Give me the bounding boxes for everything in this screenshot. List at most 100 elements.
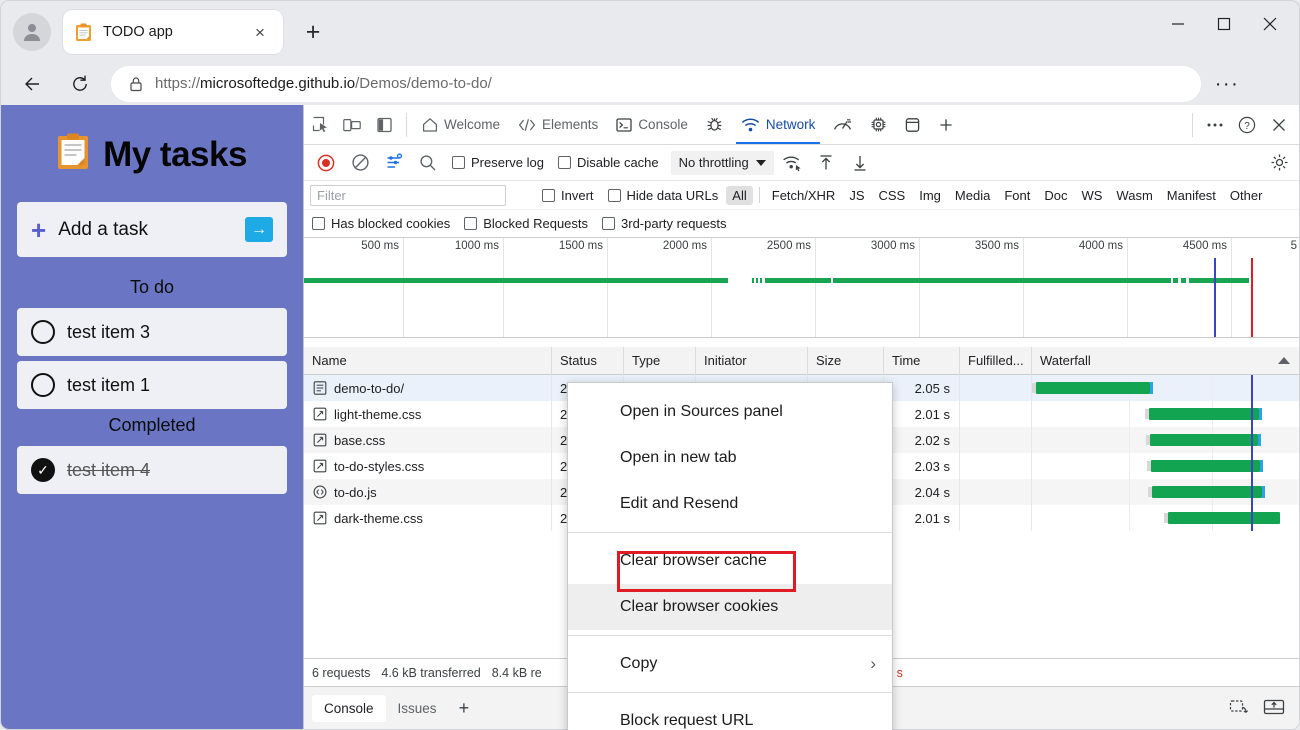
filter-icon[interactable] <box>378 148 410 178</box>
add-task-submit-button[interactable]: → <box>245 217 273 242</box>
tab-network[interactable]: Network <box>732 105 825 144</box>
menu-item-block-request-url[interactable]: Block request URL <box>568 698 892 730</box>
tab-welcome[interactable]: Welcome <box>413 105 509 144</box>
drawer-add-tab-button[interactable]: + <box>449 696 480 721</box>
tab-application[interactable] <box>896 105 929 144</box>
filter-type-media[interactable]: Media <box>949 186 996 205</box>
export-har-icon[interactable] <box>844 148 876 178</box>
filter-type-other[interactable]: Other <box>1224 186 1269 205</box>
todo-app-header: My tasks <box>17 133 287 176</box>
menu-item-edit-and-resend[interactable]: Edit and Resend <box>568 481 892 527</box>
minimize-icon[interactable] <box>1155 7 1201 41</box>
menu-item-clear-browser-cache[interactable]: Clear browser cache <box>568 538 892 584</box>
browser-settings-button[interactable]: ··· <box>1207 67 1247 101</box>
sort-ascending-icon[interactable] <box>1278 357 1290 364</box>
column-header-status[interactable]: Status <box>552 347 624 375</box>
filter-input[interactable]: Filter <box>310 185 506 206</box>
add-panel-button[interactable] <box>929 105 963 144</box>
import-har-icon[interactable] <box>810 148 842 178</box>
menu-item-copy[interactable]: Copy › <box>568 641 892 687</box>
column-header-type[interactable]: Type <box>624 347 696 375</box>
maximize-icon[interactable] <box>1201 7 1247 41</box>
filter-type-img[interactable]: Img <box>913 186 947 205</box>
cell-name[interactable]: to-do.js <box>304 479 552 505</box>
network-conditions-icon[interactable] <box>776 148 808 178</box>
reload-icon[interactable] <box>63 67 97 101</box>
checkbox-checked-icon[interactable]: ✓ <box>31 458 55 482</box>
throttling-dropdown[interactable]: No throttling <box>671 151 774 175</box>
filter-type-all[interactable]: All <box>726 186 752 205</box>
record-stop-icon[interactable] <box>310 148 342 178</box>
chevron-down-icon <box>756 160 766 166</box>
tab-elements[interactable]: Elements <box>509 105 607 144</box>
profile-avatar[interactable] <box>13 13 51 51</box>
filter-type-ws[interactable]: WS <box>1075 186 1108 205</box>
hide-data-urls-checkbox[interactable]: Hide data URLs <box>602 188 725 203</box>
checkbox-unchecked-icon[interactable] <box>31 320 55 344</box>
filter-type-css[interactable]: CSS <box>873 186 912 205</box>
code-brackets-icon <box>518 118 536 132</box>
close-icon[interactable] <box>1247 7 1293 41</box>
new-tab-button[interactable]: + <box>297 16 329 48</box>
column-header-fulfilled[interactable]: Fulfilled... <box>960 347 1032 375</box>
disable-cache-checkbox[interactable]: Disable cache <box>552 155 665 170</box>
dock-bottom-icon[interactable] <box>1263 698 1285 719</box>
drawer-tab-console[interactable]: Console <box>312 695 386 722</box>
list-item[interactable]: ✓ test item 4 <box>17 446 287 494</box>
filter-type-wasm[interactable]: Wasm <box>1110 186 1158 205</box>
dock-side-icon[interactable] <box>368 110 400 140</box>
cell-name[interactable]: to-do-styles.css <box>304 453 552 479</box>
column-header-time[interactable]: Time <box>884 347 960 375</box>
column-header-waterfall[interactable]: Waterfall <box>1032 347 1300 375</box>
filter-type-fetch-xhr[interactable]: Fetch/XHR <box>766 186 842 205</box>
cell-name[interactable]: base.css <box>304 427 552 453</box>
cell-name[interactable]: demo-to-do/ <box>304 375 552 401</box>
overview-tick-label: 500 ms <box>361 240 399 252</box>
gear-icon[interactable] <box>1263 148 1295 178</box>
column-header-name[interactable]: Name <box>304 347 552 375</box>
blocked-requests-checkbox[interactable]: Blocked Requests <box>464 216 588 231</box>
cell-waterfall <box>1032 427 1300 453</box>
cell-name[interactable]: light-theme.css <box>304 401 552 427</box>
filter-type-doc[interactable]: Doc <box>1038 186 1073 205</box>
search-icon[interactable] <box>412 148 444 178</box>
checkbox-unchecked-icon[interactable] <box>31 373 55 397</box>
add-task-input[interactable]: Add a task <box>58 219 245 241</box>
list-item[interactable]: test item 1 <box>17 361 287 409</box>
tab-performance[interactable] <box>824 105 861 144</box>
cell-fulfilled <box>960 453 1032 479</box>
address-bar[interactable]: https://microsoftedge.github.io/Demos/de… <box>111 66 1201 102</box>
restore-drawer-icon[interactable] <box>1229 698 1249 719</box>
tab-issues[interactable] <box>697 105 732 144</box>
has-blocked-cookies-checkbox[interactable]: Has blocked cookies <box>312 216 450 231</box>
toolbar-divider <box>406 113 407 137</box>
third-party-requests-checkbox[interactable]: 3rd-party requests <box>602 216 727 231</box>
list-item[interactable]: test item 3 <box>17 308 287 356</box>
preserve-log-checkbox[interactable]: Preserve log <box>446 155 550 170</box>
tab-memory[interactable] <box>861 105 896 144</box>
filter-type-font[interactable]: Font <box>998 186 1036 205</box>
clear-icon[interactable] <box>344 148 376 178</box>
cell-name[interactable]: dark-theme.css <box>304 505 552 531</box>
filter-type-js[interactable]: JS <box>843 186 870 205</box>
menu-item-open-in-new-tab[interactable]: Open in new tab <box>568 435 892 481</box>
column-header-initiator[interactable]: Initiator <box>696 347 808 375</box>
menu-item-open-in-sources-panel[interactable]: Open in Sources panel <box>568 389 892 435</box>
network-overview-timeline[interactable]: 500 ms 1000 ms 1500 ms 2000 ms 2500 ms 3… <box>304 238 1300 338</box>
help-icon[interactable]: ? <box>1231 110 1263 140</box>
tab-console[interactable]: Console <box>607 105 697 144</box>
drawer-tab-issues[interactable]: Issues <box>386 695 449 722</box>
invert-checkbox[interactable]: Invert <box>536 188 600 203</box>
add-task-input-row[interactable]: + Add a task → <box>17 202 287 257</box>
column-header-size[interactable]: Size <box>808 347 884 375</box>
inspect-element-icon[interactable] <box>304 110 336 140</box>
close-devtools-icon[interactable] <box>1263 110 1295 140</box>
device-toolbar-icon[interactable] <box>336 110 368 140</box>
menu-divider <box>568 692 892 693</box>
filter-type-manifest[interactable]: Manifest <box>1161 186 1222 205</box>
tab-close-button[interactable]: × <box>247 19 273 45</box>
browser-tab[interactable]: TODO app × <box>63 10 283 54</box>
more-tools-icon[interactable] <box>1199 110 1231 140</box>
menu-item-clear-browser-cookies[interactable]: Clear browser cookies <box>568 584 892 630</box>
back-arrow-icon[interactable] <box>15 67 49 101</box>
